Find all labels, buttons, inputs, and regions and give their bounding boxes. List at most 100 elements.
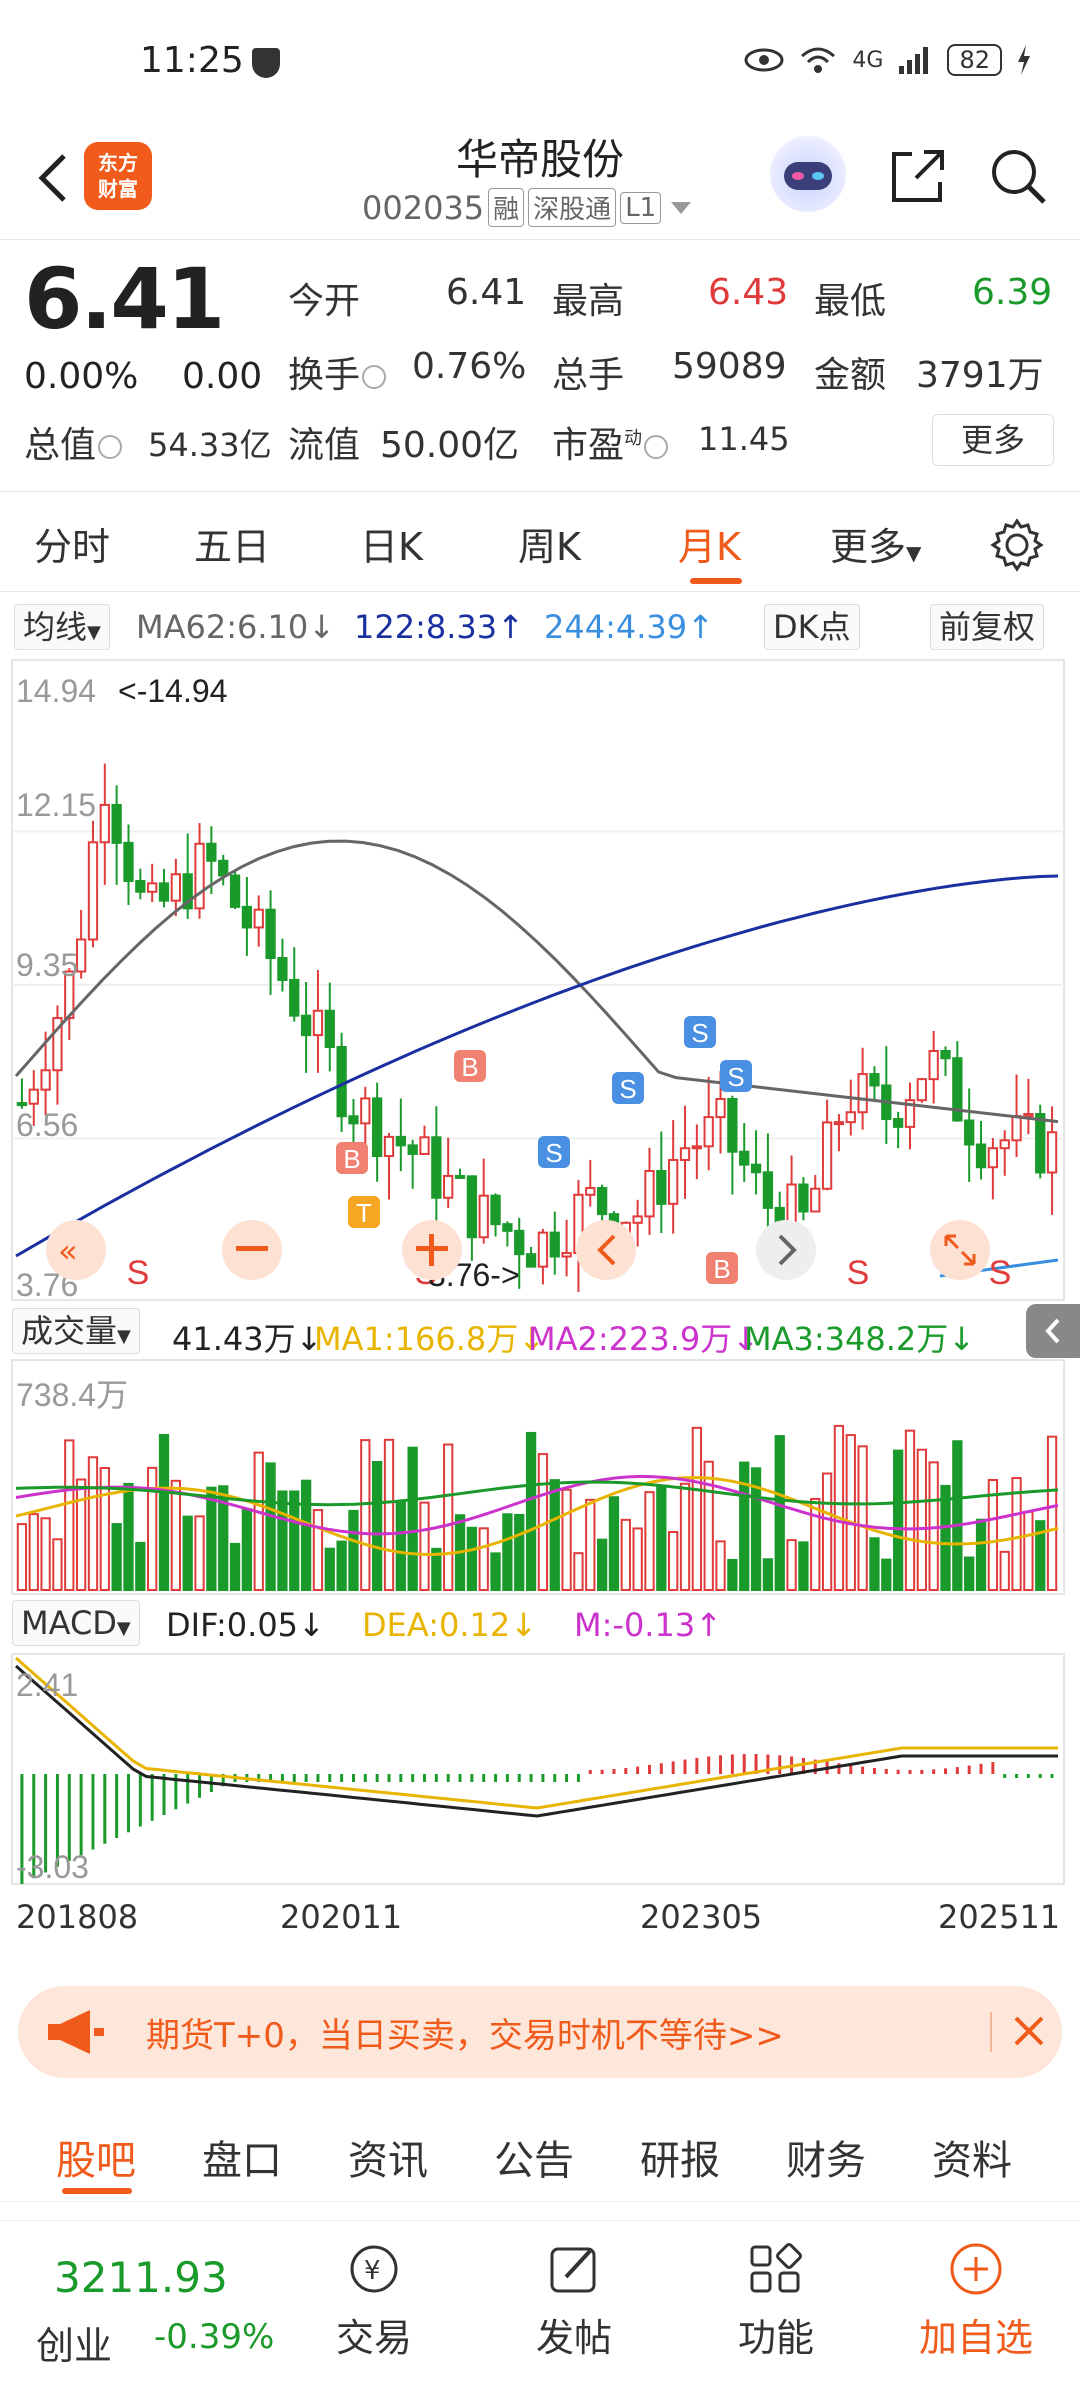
candle-body <box>265 908 276 960</box>
promo-banner[interactable]: 期货T+0，当日买卖，交易时机不等待>> <box>18 1986 1062 2078</box>
fullscreen-button[interactable] <box>930 1220 990 1280</box>
network-type: 4G <box>852 47 884 73</box>
volume-bar <box>833 1424 845 1591</box>
candle-body <box>289 978 300 1017</box>
post-button[interactable]: 发帖 <box>504 2241 644 2362</box>
side-panel-toggle[interactable] <box>1026 1304 1080 1358</box>
volume-bar <box>265 1462 276 1591</box>
candle-body <box>229 874 241 908</box>
charging-icon <box>1018 45 1030 75</box>
macd-m-legend: M:-0.13↑ <box>574 1606 722 1644</box>
candle-body <box>1046 1131 1058 1174</box>
candle-body <box>940 1049 951 1060</box>
robot-assistant-icon[interactable] <box>770 136 846 212</box>
ma-legend-row: 均线▼ MA62:6.10↓ 122:8.33↑ 244:4.39↑ DK点 前… <box>0 596 1080 656</box>
volume-indicator-selector[interactable]: 成交量▼ <box>12 1308 140 1354</box>
date-axis: 201808 202011 202305 202511 <box>0 1894 1080 1950</box>
tab-weekly-k[interactable]: 周K <box>518 516 581 571</box>
tab-announcements[interactable]: 公告 <box>494 2128 574 2186</box>
volume-bar <box>810 1497 821 1592</box>
volume-bar <box>715 1540 726 1591</box>
volume-bar <box>443 1443 454 1591</box>
volume-max-label: 738.4万 <box>16 1377 128 1413</box>
close-icon[interactable] <box>1004 2006 1054 2056</box>
price-panel-frame <box>11 659 1065 1301</box>
stock-code-row[interactable]: 002035 融 深股通 L1 <box>362 188 692 227</box>
tab-news[interactable]: 资讯 <box>348 2128 428 2186</box>
svg-text:¥: ¥ <box>364 2256 381 2286</box>
y-tick-label: 14.94 <box>16 673 96 709</box>
search-icon[interactable] <box>986 144 1050 208</box>
candle-body <box>549 1231 560 1258</box>
tab-forum[interactable]: 股吧 <box>56 2128 136 2186</box>
add-watchlist-button[interactable]: 加自选 <box>906 2241 1046 2362</box>
volume-bar <box>170 1479 181 1591</box>
price-grid <box>12 830 1064 1140</box>
gear-icon[interactable] <box>990 518 1044 572</box>
tab-financials[interactable]: 财务 <box>786 2128 866 2186</box>
y-tick-label: 6.56 <box>16 1107 78 1143</box>
turnover-label-text: 换手 <box>288 355 361 396</box>
tab-profile[interactable]: 资料 <box>932 2128 1012 2186</box>
candle-body <box>324 1009 335 1048</box>
volume-bar <box>608 1496 620 1591</box>
candles-group <box>16 763 1058 1292</box>
signal-marker-label: S <box>727 1062 744 1092</box>
tab-research[interactable]: 研报 <box>640 2128 720 2186</box>
volume-bar <box>786 1539 797 1591</box>
info-icon[interactable] <box>362 365 387 389</box>
tab-more[interactable]: 更多▼ <box>830 516 921 571</box>
kline-chart[interactable]: BTBSSSSBSSSS 14.94 12.15 9.35 6.56 3.76 … <box>0 656 1080 1896</box>
minus-icon <box>236 1246 268 1251</box>
more-quote-button[interactable]: 更多 <box>932 414 1054 466</box>
candle-body <box>16 1102 28 1107</box>
candle-body <box>857 1073 868 1114</box>
signal-marker-label: S <box>691 1018 708 1048</box>
ma122-legend: 122:8.33↑ <box>354 608 524 646</box>
amount-label: 金额 <box>814 355 887 396</box>
content-tabs: 股吧 盘口 资讯 公告 研报 财务 资料 <box>0 2102 1080 2202</box>
high-value: 6.43 <box>708 272 789 313</box>
scroll-left-button[interactable] <box>576 1220 636 1280</box>
price-axis-labels: 14.94 12.15 9.35 6.56 3.76 <-14.94 3.76-… <box>16 673 520 1303</box>
volume-bar <box>679 1482 691 1591</box>
adjust-button[interactable]: 前复权 <box>930 604 1045 650</box>
signal-marker-label: S <box>619 1074 636 1104</box>
turnover-value: 0.76% <box>412 346 527 387</box>
info-icon[interactable] <box>644 435 669 459</box>
indicator-selector[interactable]: 均线▼ <box>14 604 110 650</box>
tab-orderbook[interactable]: 盘口 <box>202 2128 282 2186</box>
volume-bar <box>135 1541 146 1591</box>
volume-bar <box>1023 1510 1034 1591</box>
mktcap-label: 总值 <box>24 416 124 468</box>
info-icon[interactable] <box>98 435 123 459</box>
candle-body <box>727 1098 738 1153</box>
functions-button[interactable]: 功能 <box>706 2241 846 2362</box>
volume-bar <box>975 1518 987 1591</box>
macd-indicator-selector[interactable]: MACD▼ <box>12 1600 140 1646</box>
low-value: 6.39 <box>972 272 1053 313</box>
tab-daily-k[interactable]: 日K <box>360 516 423 571</box>
share-icon[interactable] <box>886 144 950 208</box>
shield-icon <box>252 48 280 78</box>
tab-intraday[interactable]: 分时 <box>34 516 110 571</box>
volume-value: 59089 <box>672 346 787 387</box>
signal-text: S <box>989 1254 1012 1292</box>
last-price: 6.41 <box>24 250 225 348</box>
scroll-right-button[interactable] <box>756 1220 816 1280</box>
volume-bar <box>419 1501 430 1592</box>
volume-bar <box>52 1538 63 1591</box>
eye-icon <box>744 48 784 72</box>
volume-current: 41.43万 <box>172 1320 296 1358</box>
volume-bar <box>585 1498 596 1592</box>
candle-body <box>348 1115 359 1125</box>
tab-monthly-k[interactable]: 月K <box>678 516 741 571</box>
macd-dea: DEA:0.12 <box>362 1606 511 1644</box>
tab-five-day[interactable]: 五日 <box>194 516 270 571</box>
trade-icon: ¥ <box>350 2245 398 2293</box>
macd-dea-line <box>15 1656 1058 1810</box>
change-amount: 0.00 <box>182 356 263 397</box>
candle-body <box>383 1135 395 1158</box>
trade-button[interactable]: ¥ 交易 <box>304 2241 444 2362</box>
dk-button[interactable]: DK点 <box>764 604 860 650</box>
